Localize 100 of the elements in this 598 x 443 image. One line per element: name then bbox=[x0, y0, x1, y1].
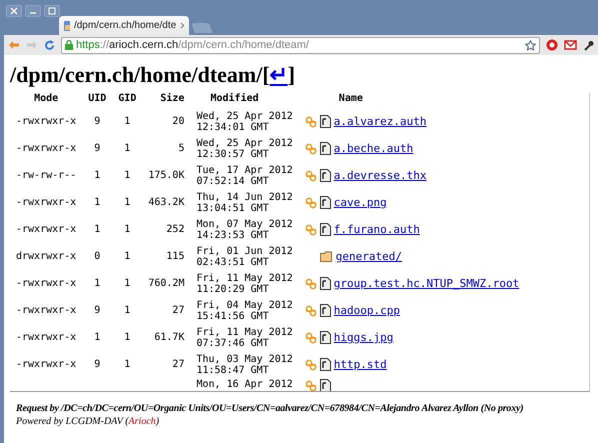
column-header: Size bbox=[160, 93, 184, 104]
gid: 1 bbox=[124, 251, 130, 262]
modified-date: Wed, 25 Apr 2012 12:34:01 GMT bbox=[196, 110, 293, 132]
file-link[interactable]: f.furano.auth bbox=[334, 224, 420, 235]
lock-icon bbox=[65, 40, 73, 50]
arioch-link[interactable]: Arioch bbox=[128, 416, 156, 427]
gid: 1 bbox=[124, 332, 130, 343]
file-size: 5 bbox=[178, 143, 184, 154]
address-bar[interactable]: https://arioch.cern.ch/dpm/cern.ch/home/dteam/ bbox=[61, 36, 540, 54]
glasses-icon bbox=[304, 196, 317, 208]
file-mode: -rwxrwxr-x bbox=[16, 359, 76, 370]
request-info: Request by /DC=ch/DC=cern/OU=Organic Units/OU=Users/CN=aalvarez/CN=678984/CN=Alejandro Alvarez Ayllon (No proxy) bbox=[16, 402, 524, 415]
uid: 1 bbox=[94, 332, 100, 343]
uid: 1 bbox=[94, 170, 100, 181]
file-icon bbox=[320, 196, 331, 209]
file-icon bbox=[320, 142, 331, 155]
file-mode: -rwxrwxr-x bbox=[16, 224, 76, 235]
file-size: 20 bbox=[172, 116, 184, 127]
file-size: 175.0K bbox=[148, 170, 184, 181]
file-size: 61.7K bbox=[154, 332, 184, 343]
back-icon[interactable] bbox=[8, 40, 20, 50]
column-header: GID bbox=[118, 93, 136, 104]
modified-date: Mon, 07 May 2012 14:23:53 GMT bbox=[196, 218, 293, 240]
file-mode: -rwxrwxr-x bbox=[16, 197, 76, 208]
glasses-icon bbox=[304, 304, 317, 316]
maximize-icon[interactable] bbox=[44, 5, 60, 17]
file-size: 27 bbox=[172, 305, 184, 316]
file-mode: -rwxrwxr-x bbox=[16, 305, 76, 316]
file-mode: drwxrwxr-x bbox=[16, 251, 76, 262]
gid: 1 bbox=[124, 197, 130, 208]
uid: 0 bbox=[94, 251, 100, 262]
file-link[interactable]: generated/ bbox=[336, 251, 402, 262]
gid: 1 bbox=[124, 116, 130, 127]
modified-date: Thu, 03 May 2012 11:58:47 GMT bbox=[196, 354, 293, 376]
uid: 1 bbox=[94, 197, 100, 208]
glasses-icon bbox=[304, 170, 317, 182]
file-size: 760.2M bbox=[148, 278, 184, 289]
uid: 9 bbox=[94, 305, 100, 316]
file-icon bbox=[320, 331, 331, 344]
glasses-icon bbox=[304, 332, 317, 344]
file-link[interactable]: higgs.jpg bbox=[334, 332, 394, 343]
file-mode: -rwxrwxr-x bbox=[16, 143, 76, 154]
stop-sign-icon[interactable] bbox=[546, 39, 558, 51]
reload-icon[interactable] bbox=[44, 40, 55, 50]
file-link[interactable]: a.alvarez.auth bbox=[334, 116, 427, 127]
mail-icon[interactable] bbox=[564, 40, 577, 50]
file-size: 27 bbox=[172, 359, 184, 370]
parent-link[interactable]: ↵ bbox=[270, 63, 288, 87]
modified-date: Fri, 01 Jun 2012 02:43:51 GMT bbox=[196, 246, 293, 268]
modified-date: Wed, 25 Apr 2012 12:30:57 GMT bbox=[196, 138, 293, 160]
modified-date: Mon, 16 Apr 2012 bbox=[196, 379, 293, 390]
star-icon[interactable] bbox=[525, 40, 536, 50]
page-icon bbox=[64, 20, 70, 30]
glasses-icon bbox=[304, 380, 317, 391]
file-icon bbox=[320, 223, 331, 236]
column-header: Mode bbox=[34, 93, 58, 104]
file-icon bbox=[320, 169, 331, 182]
file-link[interactable]: group.test.hc.NTUP_SMWZ.root bbox=[334, 278, 520, 289]
uid: 9 bbox=[94, 359, 100, 370]
modified-date: Fri, 11 May 2012 07:37:46 GMT bbox=[196, 326, 293, 348]
gid: 1 bbox=[124, 305, 130, 316]
column-header: Name bbox=[338, 93, 363, 104]
modified-date: Thu, 14 Jun 2012 13:04:51 GMT bbox=[196, 192, 293, 214]
minimize-icon[interactable] bbox=[25, 5, 41, 17]
modified-date: Tue, 17 Apr 2012 07:52:14 GMT bbox=[196, 164, 293, 186]
glasses-icon bbox=[304, 224, 317, 236]
page-heading: /dpm/cern.ch/home/dteam/[↵] bbox=[10, 63, 296, 87]
modified-date: Fri, 11 May 2012 11:20:29 GMT bbox=[196, 272, 293, 294]
file-icon bbox=[320, 277, 331, 290]
file-link[interactable]: http.std bbox=[334, 359, 387, 370]
file-icon bbox=[320, 379, 331, 391]
file-link[interactable]: a.devresse.thx bbox=[334, 170, 427, 181]
glasses-icon bbox=[304, 116, 317, 128]
browser-tab[interactable]: /dpm/cern.ch/home/dte bbox=[59, 16, 189, 35]
file-mode: -rw-rw-r-- bbox=[16, 170, 76, 181]
gid: 1 bbox=[124, 278, 130, 289]
uid: 9 bbox=[94, 116, 100, 127]
file-link[interactable]: a.beche.auth bbox=[334, 143, 414, 154]
file-link[interactable]: cave.png bbox=[334, 197, 387, 208]
file-mode: -rwxrwxr-x bbox=[16, 116, 76, 127]
file-mode: -rwxrwxr-x bbox=[16, 278, 76, 289]
modified-date: Fri, 04 May 2012 15:41:56 GMT bbox=[196, 300, 293, 322]
file-mode: -rwxrwxr-x bbox=[16, 332, 76, 343]
glasses-icon bbox=[304, 142, 317, 154]
gid: 1 bbox=[124, 170, 130, 181]
file-size: 252 bbox=[166, 224, 184, 235]
file-icon bbox=[320, 358, 331, 371]
uid: 1 bbox=[94, 224, 100, 235]
powered-by-text: Powered by LCGDM-DAV (Arioch) bbox=[16, 415, 160, 428]
uid: 1 bbox=[94, 278, 100, 289]
file-link[interactable]: hadoop.cpp bbox=[334, 305, 400, 316]
file-size: 115 bbox=[166, 251, 184, 262]
file-icon bbox=[320, 304, 331, 317]
folder-icon bbox=[320, 251, 333, 262]
file-size: 463.2K bbox=[148, 197, 184, 208]
glasses-icon bbox=[304, 358, 317, 370]
uid: 9 bbox=[94, 143, 100, 154]
gid: 1 bbox=[124, 143, 130, 154]
gid: 1 bbox=[124, 224, 130, 235]
gid: 1 bbox=[124, 359, 130, 370]
